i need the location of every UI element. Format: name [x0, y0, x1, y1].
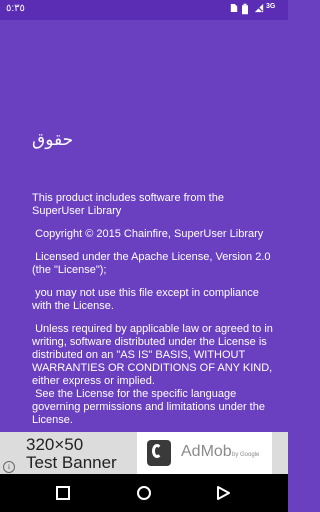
admob-by-google: by Google [232, 452, 260, 458]
battery-icon [242, 3, 248, 15]
ad-title: 320×50 [26, 435, 84, 454]
app-bar [0, 20, 288, 76]
page-title: حقوق [32, 130, 74, 149]
ad-banner[interactable]: 320×50 Test Banner i AdMob by Google [0, 432, 288, 474]
admob-card[interactable]: AdMob by Google [137, 432, 272, 474]
status-bar: ٥:٣٥ 3G [0, 0, 288, 20]
license-paragraph: you may not use this file except in comp… [32, 287, 262, 312]
license-content[interactable]: حقوق This product includes software from… [0, 76, 288, 432]
network-type-label: 3G [266, 3, 276, 10]
license-paragraph: Licensed under the Apache License, Versi… [32, 251, 274, 276]
recents-button[interactable] [55, 485, 71, 501]
admob-logo-icon [147, 440, 171, 466]
status-time: ٥:٣٥ [6, 3, 25, 14]
back-button[interactable] [215, 485, 231, 501]
license-paragraph: Unless required by applicable law or agr… [32, 323, 273, 426]
no-signal-icon [254, 3, 264, 13]
admob-wordmark: AdMob [181, 443, 232, 460]
ad-info-icon[interactable]: i [3, 461, 15, 473]
navigation-bar [0, 474, 288, 512]
ad-subtitle: Test Banner [26, 453, 117, 472]
license-body: This product includes software from the … [32, 192, 278, 432]
license-paragraph: Copyright © 2015 Chainfire, SuperUser Li… [32, 228, 264, 240]
license-paragraph: This product includes software from the … [32, 192, 228, 217]
home-button[interactable] [136, 485, 152, 501]
sim-icon [230, 4, 238, 12]
